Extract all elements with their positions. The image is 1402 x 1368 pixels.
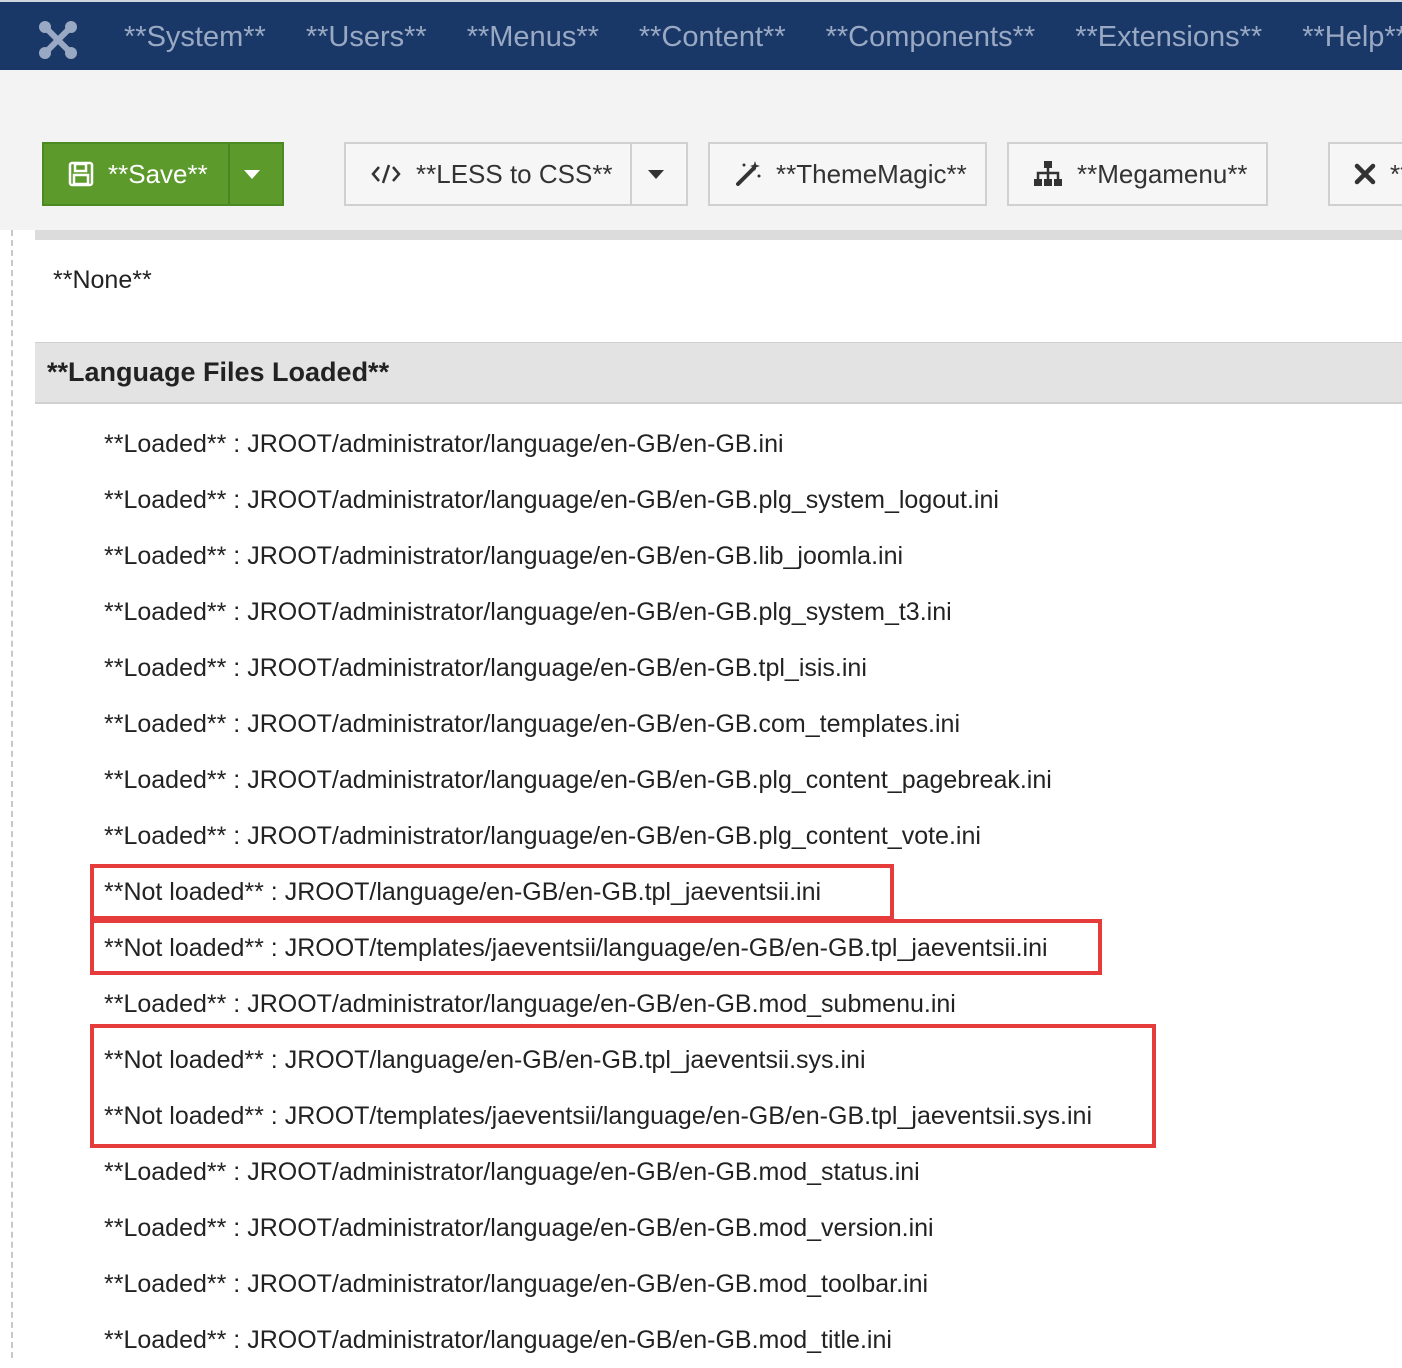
file-status: **Loaded**: [104, 822, 227, 850]
list-item: **Loaded** : JROOT/administrator/languag…: [104, 430, 784, 458]
file-path: JROOT/administrator/language/en-GB/en-GB…: [247, 598, 952, 626]
file-path: JROOT/administrator/language/en-GB/en-GB…: [247, 430, 784, 458]
magic-wand-icon: [734, 160, 762, 188]
save-icon: [68, 161, 94, 187]
file-path: JROOT/administrator/language/en-GB/en-GB…: [247, 710, 960, 738]
file-status: **Loaded**: [104, 598, 227, 626]
file-status: **Loaded**: [104, 1326, 227, 1354]
none-text: **None**: [53, 266, 152, 294]
less-to-css-label: **LESS to CSS**: [416, 158, 613, 189]
save-button-label: **Save**: [108, 158, 208, 189]
highlight-box-not-loaded-sys: [90, 1024, 1156, 1148]
section-header: **Language Files Loaded**: [35, 342, 1402, 404]
file-path: JROOT/administrator/language/en-GB/en-GB…: [247, 990, 956, 1018]
toolbar: **Save** **LESS to CSS** **ThemeMagic**: [0, 142, 1402, 208]
file-status: **Loaded**: [104, 766, 227, 794]
menu-users[interactable]: **Users**: [286, 21, 447, 54]
file-status: **Loaded**: [104, 1214, 227, 1242]
list-item: **Loaded** : JROOT/administrator/languag…: [104, 822, 981, 850]
thememagic-label: **ThemeMagic**: [776, 158, 967, 189]
less-to-css-button[interactable]: **LESS to CSS**: [344, 142, 688, 206]
joomla-logo-icon[interactable]: [38, 20, 78, 60]
file-path: JROOT/administrator/language/en-GB/en-GB…: [247, 654, 867, 682]
save-dropdown-caret-icon[interactable]: [244, 170, 260, 179]
list-item: **Loaded** : JROOT/administrator/languag…: [104, 486, 999, 514]
file-status: **Loaded**: [104, 486, 227, 514]
list-item: **Loaded** : JROOT/administrator/languag…: [104, 1158, 920, 1186]
sitemap-icon: [1033, 160, 1063, 188]
megamenu-label: **Megamenu**: [1077, 158, 1248, 189]
list-item: **Loaded** : JROOT/administrator/languag…: [104, 598, 952, 626]
list-item: **Loaded** : JROOT/administrator/languag…: [104, 654, 867, 682]
list-item: **Loaded** : JROOT/administrator/languag…: [104, 710, 960, 738]
file-path: JROOT/administrator/language/en-GB/en-GB…: [247, 1326, 892, 1354]
code-icon: [370, 162, 402, 186]
file-path: JROOT/administrator/language/en-GB/en-GB…: [247, 766, 1052, 794]
panel-separator: [35, 230, 1402, 240]
menu-components[interactable]: **Components**: [806, 21, 1056, 54]
list-item: **Loaded** : JROOT/administrator/languag…: [104, 766, 1052, 794]
file-status: **Loaded**: [104, 430, 227, 458]
list-item: **Loaded** : JROOT/administrator/languag…: [104, 1270, 929, 1298]
menu-help[interactable]: **Help**: [1282, 21, 1402, 54]
thememagic-button[interactable]: **ThemeMagic**: [708, 142, 987, 206]
less-dropdown-caret-icon[interactable]: [648, 170, 664, 179]
file-path: JROOT/administrator/language/en-GB/en-GB…: [247, 1214, 934, 1242]
save-button[interactable]: **Save**: [42, 142, 284, 206]
menu-extensions[interactable]: **Extensions**: [1055, 21, 1282, 54]
file-path: JROOT/administrator/language/en-GB/en-GB…: [247, 822, 981, 850]
close-icon: [1354, 163, 1376, 185]
megamenu-button[interactable]: **Megamenu**: [1007, 142, 1268, 206]
list-item: **Loaded** : JROOT/administrator/languag…: [104, 1214, 934, 1242]
admin-top-navbar: **System** **Users** **Menus** **Content…: [0, 0, 1402, 70]
file-path: JROOT/administrator/language/en-GB/en-GB…: [247, 542, 904, 570]
menu-system[interactable]: **System**: [104, 21, 286, 54]
section-title: **Language Files Loaded**: [47, 357, 390, 387]
save-split-divider: [228, 144, 230, 204]
list-item: **Loaded** : JROOT/administrator/languag…: [104, 1326, 892, 1354]
left-dashed-border: [11, 230, 13, 1358]
file-status: **Loaded**: [104, 654, 227, 682]
file-status: **Loaded**: [104, 1270, 227, 1298]
file-path: JROOT/administrator/language/en-GB/en-GB…: [247, 1158, 920, 1186]
file-status: **Loaded**: [104, 990, 227, 1018]
file-status: **Loaded**: [104, 710, 227, 738]
close-label: **: [1390, 158, 1402, 189]
close-button[interactable]: **: [1328, 142, 1402, 206]
list-item: **Loaded** : JROOT/administrator/languag…: [104, 542, 904, 570]
highlight-box-not-loaded-1: [90, 864, 894, 920]
file-status: **Loaded**: [104, 542, 227, 570]
less-split-divider: [630, 144, 632, 204]
menu-content[interactable]: **Content**: [619, 21, 806, 54]
highlight-box-not-loaded-2: [90, 919, 1102, 975]
file-path: JROOT/administrator/language/en-GB/en-GB…: [247, 1270, 929, 1298]
main-menu: **System** **Users** **Menus** **Content…: [104, 2, 1402, 70]
file-status: **Loaded**: [104, 1158, 227, 1186]
file-path: JROOT/administrator/language/en-GB/en-GB…: [247, 486, 999, 514]
menu-menus[interactable]: **Menus**: [447, 21, 619, 54]
